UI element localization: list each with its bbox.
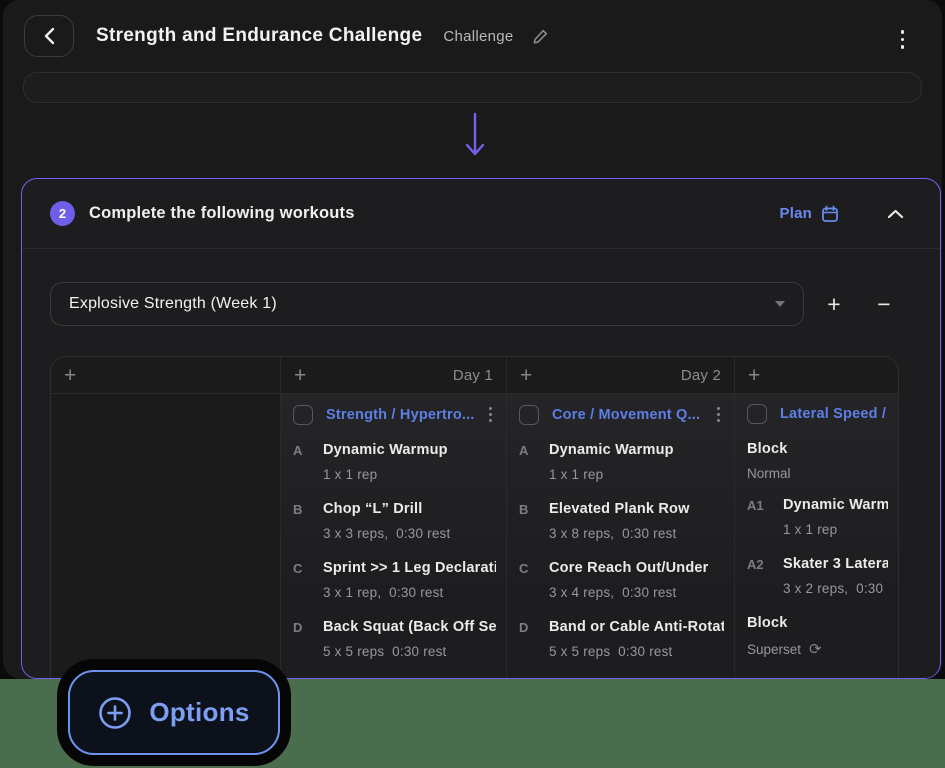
day-label: Day 1 — [453, 367, 493, 384]
workout-title[interactable]: Core / Movement Q... — [552, 407, 707, 423]
exercise-details: 3 x 4 reps, 0:30 rest — [549, 585, 709, 600]
exercise-tag: A2 — [747, 556, 783, 596]
board-header-row: + + Day 1 + Day 2 + — [51, 357, 898, 394]
exercise-tag: B — [519, 501, 549, 541]
exercise-details: 1 x 1 rep — [323, 467, 448, 482]
day-1-workout-card: Strength / Hypertro... A Dynamic Warmup 1… — [280, 394, 506, 678]
day-label: Day 2 — [681, 367, 721, 384]
exercise-details: 1 x 1 rep — [783, 522, 888, 537]
exercise-details: 5 x 5 reps 0:30 rest — [323, 644, 496, 659]
step-title: Complete the following workouts — [89, 204, 355, 223]
pencil-icon — [532, 28, 549, 45]
exercise-row[interactable]: B Elevated Plank Row 3 x 8 reps, 0:30 res… — [519, 501, 724, 541]
exercise-details: 3 x 2 reps, 0:30 re — [783, 581, 888, 596]
app-header: Strength and Endurance Challenge Challen… — [3, 0, 942, 72]
day-3-workout-card: Lateral Speed / Ply Block Normal A1 Dyna… — [734, 394, 898, 678]
exercise-name: Core Reach Out/Under — [549, 560, 709, 576]
caret-down-icon — [775, 301, 785, 307]
options-button[interactable]: Options — [68, 670, 280, 755]
workout-kebab-menu-button[interactable] — [485, 404, 496, 425]
step-number-badge: 2 — [50, 201, 75, 226]
back-button[interactable] — [24, 15, 74, 57]
workout-title[interactable]: Strength / Hypertro... — [326, 407, 479, 423]
block-mode: Superset ⟳ — [747, 640, 888, 658]
workout-checkbox[interactable] — [519, 405, 539, 425]
exercise-tag: D — [293, 619, 323, 659]
exercise-details: 3 x 1 rep, 0:30 rest — [323, 585, 496, 600]
exercise-row[interactable]: C Core Reach Out/Under 3 x 4 reps, 0:30 r… — [519, 560, 724, 600]
add-workout-button[interactable]: + — [64, 365, 76, 386]
exercise-name: Back Squat (Back Off Set) — [323, 619, 496, 635]
add-workout-button[interactable]: + — [520, 365, 532, 386]
calendar-icon — [821, 205, 839, 223]
exercise-row[interactable]: A1 Dynamic Warmup 1 x 1 rep — [747, 497, 888, 537]
workout-checkbox[interactable] — [747, 404, 767, 424]
header-kebab-menu-button[interactable] — [897, 26, 909, 53]
exercise-row[interactable]: A Dynamic Warmup 1 x 1 rep — [293, 442, 496, 482]
collapsed-step-card[interactable] — [23, 72, 922, 103]
day-2-workout-card: Core / Movement Q... A Dynamic Warmup 1 x… — [506, 394, 734, 678]
exercise-tag: C — [519, 560, 549, 600]
exercise-name: Elevated Plank Row — [549, 501, 690, 517]
collapse-step-button[interactable] — [887, 209, 904, 219]
app-window: Strength and Endurance Challenge Challen… — [3, 0, 942, 679]
options-button-label: Options — [149, 697, 249, 728]
workout-title[interactable]: Lateral Speed / Ply — [780, 406, 888, 422]
exercise-name: Chop “L” Drill — [323, 501, 450, 517]
chevron-up-icon — [887, 209, 904, 219]
remove-week-button[interactable]: − — [864, 284, 904, 324]
exercise-row[interactable]: A Dynamic Warmup 1 x 1 rep — [519, 442, 724, 482]
add-workout-button[interactable]: + — [748, 365, 760, 386]
exercise-row[interactable]: C Sprint >> 1 Leg Declarations 3 x 1 rep,… — [293, 560, 496, 600]
circle-plus-icon — [98, 696, 132, 730]
exercise-details: 1 x 1 rep — [549, 467, 674, 482]
block-label: Block — [747, 441, 888, 457]
exercise-details: 5 x 5 reps 0:30 rest — [549, 644, 724, 659]
plan-label: Plan — [780, 205, 812, 222]
exercise-tag: A1 — [747, 497, 783, 537]
exercise-name: Sprint >> 1 Leg Declarations — [323, 560, 496, 576]
options-highlight-outline: Options — [57, 659, 291, 766]
workout-kebab-menu-button[interactable] — [713, 404, 724, 425]
exercise-tag: D — [519, 619, 549, 659]
exercise-tag: C — [293, 560, 323, 600]
add-workout-button[interactable]: + — [294, 365, 306, 386]
empty-day-cell — [51, 394, 280, 678]
step-header: 2 Complete the following workouts Plan — [22, 179, 940, 249]
workout-checkbox[interactable] — [293, 405, 313, 425]
exercise-details: 3 x 8 reps, 0:30 rest — [549, 526, 690, 541]
edit-title-button[interactable] — [532, 28, 549, 45]
exercise-row[interactable]: A2 Skater 3 Lateral Ho 3 x 2 reps, 0:30 r… — [747, 556, 888, 596]
exercise-name: Skater 3 Lateral Ho — [783, 556, 888, 572]
page-title: Strength and Endurance Challenge — [96, 25, 422, 47]
block-label: Block — [747, 615, 888, 631]
week-selector-value: Explosive Strength (Week 1) — [69, 295, 277, 313]
exercise-tag: B — [293, 501, 323, 541]
exercise-tag: A — [293, 442, 323, 482]
plan-button[interactable]: Plan — [780, 205, 839, 223]
exercise-name: Band or Cable Anti-Rotati... — [549, 619, 724, 635]
block-mode: Normal — [747, 466, 888, 481]
step-2-card: 2 Complete the following workouts Plan — [21, 178, 941, 679]
board-body-row: Strength / Hypertro... A Dynamic Warmup 1… — [51, 394, 898, 678]
challenge-type-label: Challenge — [443, 28, 513, 45]
exercise-tag: A — [519, 442, 549, 482]
arrow-down-icon — [461, 112, 489, 160]
exercise-name: Dynamic Warmup — [783, 497, 888, 513]
exercise-name: Dynamic Warmup — [323, 442, 448, 458]
add-week-button[interactable]: + — [814, 284, 854, 324]
week-selector-dropdown[interactable]: Explosive Strength (Week 1) — [50, 282, 804, 326]
superset-cycle-icon: ⟳ — [809, 640, 822, 658]
chevron-left-icon — [44, 27, 55, 45]
exercise-row[interactable]: D Band or Cable Anti-Rotati... 5 x 5 reps… — [519, 619, 724, 659]
exercise-row[interactable]: B Chop “L” Drill 3 x 3 reps, 0:30 rest — [293, 501, 496, 541]
exercise-details: 3 x 3 reps, 0:30 rest — [323, 526, 450, 541]
workouts-board: + + Day 1 + Day 2 + — [50, 356, 899, 678]
exercise-name: Dynamic Warmup — [549, 442, 674, 458]
exercise-row[interactable]: D Back Squat (Back Off Set) 5 x 5 reps 0:… — [293, 619, 496, 659]
